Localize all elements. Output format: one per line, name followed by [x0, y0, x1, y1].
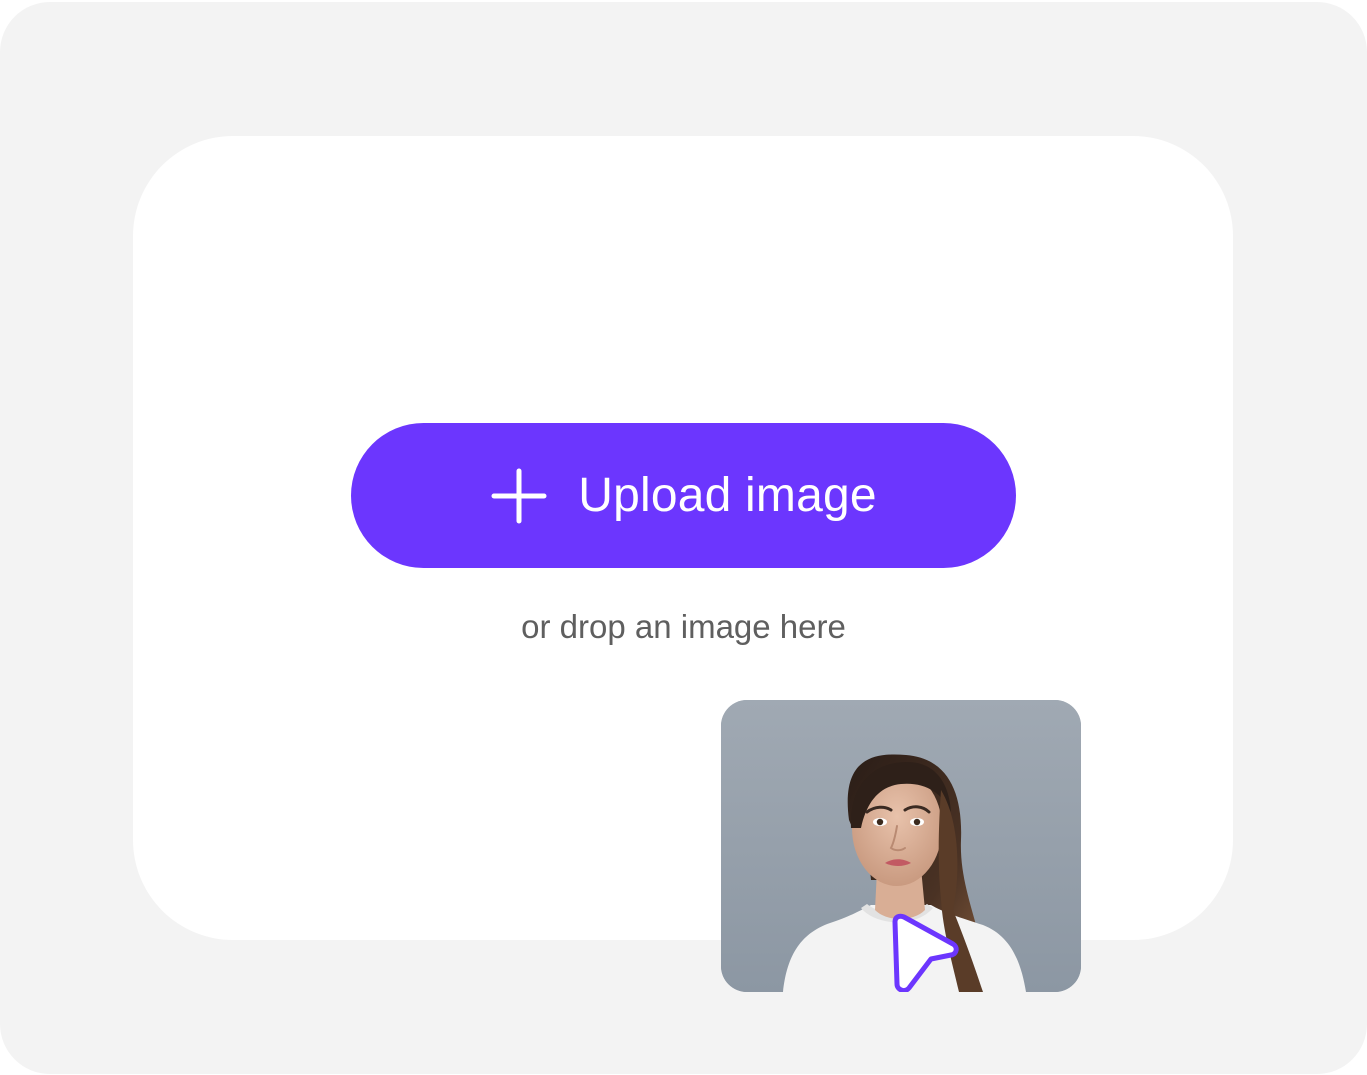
drop-hint-text: or drop an image here [521, 608, 846, 645]
dragged-image-thumbnail[interactable] [721, 700, 1081, 992]
pointer-cursor-icon [892, 913, 959, 992]
plus-icon [490, 467, 548, 525]
upload-image-button[interactable]: Upload image [351, 423, 1016, 568]
upload-image-label: Upload image [578, 469, 877, 522]
